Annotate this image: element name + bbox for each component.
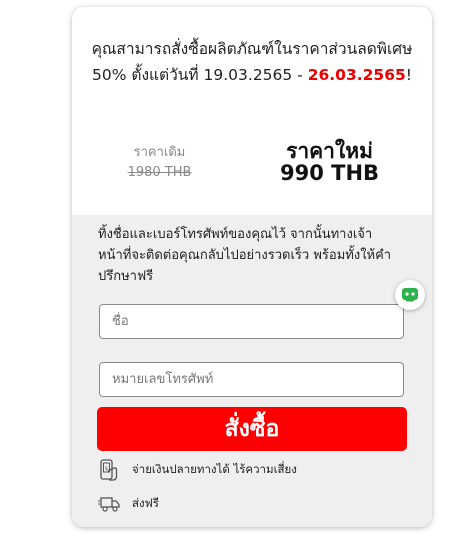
promo-suffix: !: [405, 66, 412, 84]
promo-text: คุณสามารถสั่งซื้อผลิตภัณฑ์ในราคาส่วนลดพิ…: [86, 36, 418, 88]
old-price-label: ราคาเดิม: [133, 145, 186, 160]
old-price-value: 1980 THB: [127, 165, 192, 180]
feature-free-shipping: ส่งฟรี: [98, 491, 159, 517]
delivery-truck-icon: [98, 492, 122, 516]
name-input[interactable]: [99, 304, 404, 339]
promo-end-date: 26.03.2565: [307, 66, 406, 84]
chat-icon: [402, 288, 418, 302]
order-form: ทิ้งชื่อและเบอร์โทรศัพท์ของคุณไว้ จากนั้…: [72, 215, 432, 527]
form-instruction: ทิ้งชื่อและเบอร์โทรศัพท์ของคุณไว้ จากนั้…: [98, 227, 392, 284]
feature-shipping-text: ส่งฟรี: [132, 496, 159, 510]
cash-on-delivery-icon: $: [98, 458, 122, 482]
phone-input[interactable]: [99, 362, 404, 397]
order-button[interactable]: สั่งซื้อ: [97, 407, 407, 451]
feature-cod-text: จ่ายเงินปลายทางได้ ไร้ความเสี่ยง: [132, 462, 297, 476]
feature-cash-on-delivery: $ จ่ายเงินปลายทางได้ ไร้ความเสี่ยง: [98, 457, 297, 483]
svg-text:$: $: [105, 466, 108, 472]
order-card: คุณสามารถสั่งซื้อผลิตภัณฑ์ในราคาส่วนลดพิ…: [72, 7, 432, 527]
new-price-value: 990 THB: [279, 161, 380, 185]
chat-widget-button[interactable]: [395, 280, 425, 310]
